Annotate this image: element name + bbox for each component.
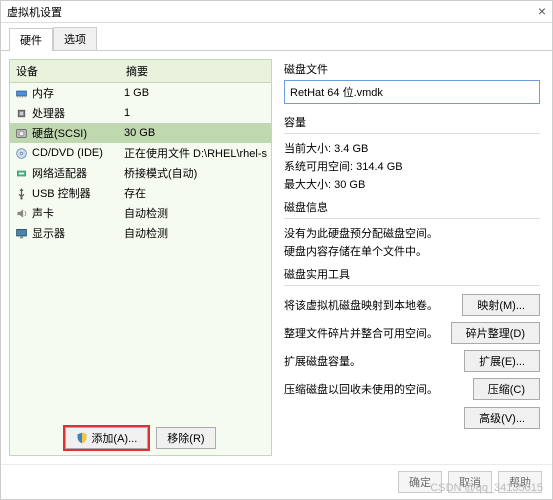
hw-device-summary: 30 GB	[124, 127, 267, 139]
details-panel: 磁盘文件 RetHat 64 位.vmdk 容量 当前大小: 3.4 GB 系统…	[280, 59, 544, 456]
hw-device-name: 显示器	[32, 225, 124, 241]
hw-row-memory[interactable]: 内存1 GB	[10, 83, 271, 103]
capacity-current: 当前大小: 3.4 GB	[284, 139, 540, 157]
hw-device-summary: 存在	[124, 185, 267, 201]
hw-device-summary: 桥接模式(自动)	[124, 165, 267, 181]
cancel-button[interactable]: 取消	[448, 471, 492, 493]
advanced-button[interactable]: 高级(V)...	[464, 407, 540, 429]
capacity-title: 容量	[284, 114, 540, 130]
hardware-list[interactable]: 内存1 GB处理器1硬盘(SCSI)30 GBCD/DVD (IDE)正在使用文…	[10, 83, 271, 421]
hw-row-net[interactable]: 网络适配器桥接模式(自动)	[10, 163, 271, 183]
hw-device-name: 处理器	[32, 105, 124, 121]
window-title: 虚拟机设置	[7, 4, 62, 20]
hw-device-summary: 自动检测	[124, 225, 267, 241]
disk-file-section: 磁盘文件 RetHat 64 位.vmdk	[284, 61, 540, 108]
hw-device-name: USB 控制器	[32, 185, 124, 201]
titlebar: 虚拟机设置 ×	[1, 1, 552, 23]
tool-map-row: 将该虚拟机磁盘映射到本地卷。 映射(M)...	[284, 291, 540, 319]
hw-row-sound[interactable]: 声卡自动检测	[10, 203, 271, 223]
tab-bar: 硬件 选项	[1, 23, 552, 51]
hw-row-cpu[interactable]: 处理器1	[10, 103, 271, 123]
cd-icon	[14, 146, 28, 160]
hw-device-summary: 自动检测	[124, 205, 267, 221]
net-icon	[14, 166, 28, 180]
tool-expand-row: 扩展磁盘容量。 扩展(E)...	[284, 347, 540, 375]
sound-icon	[14, 206, 28, 220]
add-button[interactable]: 添加(A)...	[65, 427, 148, 449]
divider	[284, 285, 540, 286]
hw-device-summary: 1	[124, 107, 267, 119]
close-icon[interactable]: ×	[538, 3, 546, 19]
tab-hardware[interactable]: 硬件	[9, 28, 53, 51]
disk-info-line1: 没有为此硬盘预分配磁盘空间。	[284, 224, 540, 242]
hw-device-name: 网络适配器	[32, 165, 124, 181]
hw-device-name: 内存	[32, 85, 124, 101]
capacity-section: 容量 当前大小: 3.4 GB 系统可用空间: 314.4 GB 最大大小: 3…	[284, 114, 540, 193]
hw-row-cd[interactable]: CD/DVD (IDE)正在使用文件 D:\RHEL\rhel-server-7…	[10, 143, 271, 163]
hw-device-name: 声卡	[32, 205, 124, 221]
tool-compact-row: 压缩磁盘以回收未使用的空间。 压缩(C)	[284, 375, 540, 403]
add-button-label: 添加(A)...	[91, 430, 137, 446]
advanced-row: 高级(V)...	[284, 403, 540, 429]
tool-defrag-text: 整理文件碎片并整合可用空间。	[284, 325, 451, 341]
defrag-button[interactable]: 碎片整理(D)	[451, 322, 540, 344]
tool-defrag-row: 整理文件碎片并整合可用空间。 碎片整理(D)	[284, 319, 540, 347]
compact-button[interactable]: 压缩(C)	[473, 378, 540, 400]
cpu-icon	[14, 106, 28, 120]
disk-icon	[14, 126, 28, 140]
disk-file-field[interactable]: RetHat 64 位.vmdk	[284, 80, 540, 104]
remove-button[interactable]: 移除(R)	[156, 427, 215, 449]
map-button[interactable]: 映射(M)...	[462, 294, 540, 316]
hw-device-summary: 1 GB	[124, 87, 267, 99]
capacity-free: 系统可用空间: 314.4 GB	[284, 157, 540, 175]
tab-options[interactable]: 选项	[53, 27, 97, 50]
tool-map-text: 将该虚拟机磁盘映射到本地卷。	[284, 297, 462, 313]
memory-icon	[14, 86, 28, 100]
divider	[284, 218, 540, 219]
header-device: 设备	[10, 60, 120, 82]
hw-device-summary: 正在使用文件 D:\RHEL\rhel-server-7...	[124, 145, 267, 161]
footer: 确定 取消 帮助	[1, 464, 552, 499]
hw-row-disk[interactable]: 硬盘(SCSI)30 GB	[10, 123, 271, 143]
usb-icon	[14, 186, 28, 200]
shield-icon	[76, 432, 88, 444]
tools-title: 磁盘实用工具	[284, 266, 540, 282]
hw-row-display[interactable]: 显示器自动检测	[10, 223, 271, 243]
header-summary: 摘要	[120, 60, 271, 82]
disk-info-title: 磁盘信息	[284, 199, 540, 215]
help-button[interactable]: 帮助	[498, 471, 542, 493]
list-buttons: 添加(A)... 移除(R)	[10, 421, 271, 455]
tools-section: 磁盘实用工具 将该虚拟机磁盘映射到本地卷。 映射(M)... 整理文件碎片并整合…	[284, 266, 540, 429]
ok-button[interactable]: 确定	[398, 471, 442, 493]
list-header: 设备 摘要	[10, 60, 271, 83]
expand-button[interactable]: 扩展(E)...	[464, 350, 540, 372]
body: 设备 摘要 内存1 GB处理器1硬盘(SCSI)30 GBCD/DVD (IDE…	[1, 51, 552, 464]
disk-file-title: 磁盘文件	[284, 61, 540, 77]
hw-device-name: 硬盘(SCSI)	[32, 125, 124, 141]
vm-settings-window: 虚拟机设置 × 硬件 选项 设备 摘要 内存1 GB处理器1硬盘(SCSI)30…	[0, 0, 553, 500]
disk-info-line2: 硬盘内容存储在单个文件中。	[284, 242, 540, 260]
tool-compact-text: 压缩磁盘以回收未使用的空间。	[284, 381, 473, 397]
tool-expand-text: 扩展磁盘容量。	[284, 353, 464, 369]
hw-device-name: CD/DVD (IDE)	[32, 147, 124, 159]
hardware-panel: 设备 摘要 内存1 GB处理器1硬盘(SCSI)30 GBCD/DVD (IDE…	[9, 59, 272, 456]
disk-info-section: 磁盘信息 没有为此硬盘预分配磁盘空间。 硬盘内容存储在单个文件中。	[284, 199, 540, 260]
capacity-max: 最大大小: 30 GB	[284, 175, 540, 193]
hw-row-usb[interactable]: USB 控制器存在	[10, 183, 271, 203]
divider	[284, 133, 540, 134]
display-icon	[14, 226, 28, 240]
